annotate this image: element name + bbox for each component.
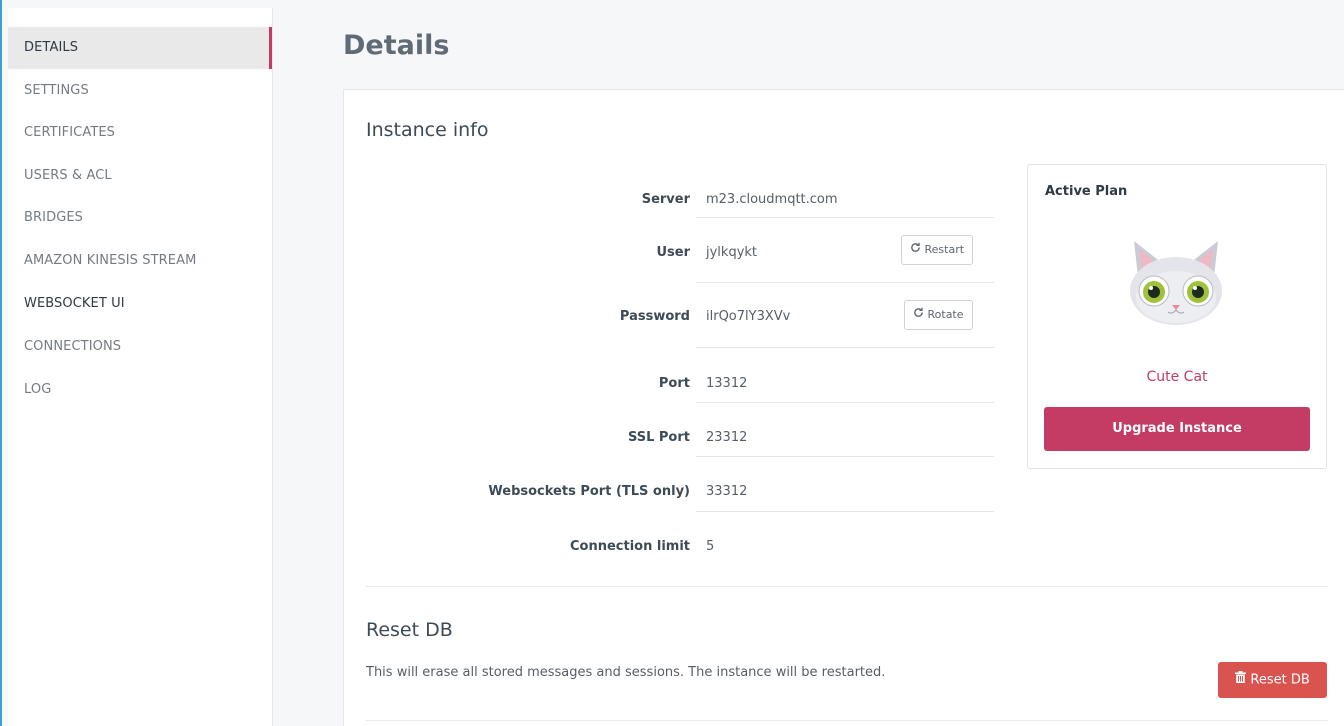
sidebar-item-users-acl[interactable]: USERS & ACL (8, 155, 272, 197)
window-edge-rule (0, 0, 2, 726)
trash-icon (1235, 662, 1247, 698)
restart-button[interactable]: Restart (901, 235, 974, 265)
sidebar-item-log[interactable]: LOG (8, 369, 272, 411)
info-row-websockets-port: Websockets Port (TLS only) 33312 (344, 466, 994, 521)
sidebar-item-amazon-kinesis-stream[interactable]: AMAZON KINESIS STREAM (8, 240, 272, 282)
plan-name: Cute Cat (1146, 369, 1208, 385)
info-row-ssl-port: SSL Port 23312 (344, 412, 994, 467)
info-label: User (656, 245, 690, 260)
section-divider (366, 720, 1328, 721)
info-row-password: Password ilrQo7lY3XVv (344, 291, 994, 346)
sidebar-item-label: CERTIFICATES (24, 125, 116, 140)
sidebar-item-connections[interactable]: CONNECTIONS (8, 326, 272, 368)
sidebar-item-label: USERS & ACL (24, 168, 112, 183)
row-divider (696, 456, 994, 457)
info-row-server: Server m23.cloudmqtt.com (344, 174, 994, 229)
sidebar-item-details[interactable]: DETAILS (8, 27, 272, 69)
sidebar-item-label: AMAZON KINESIS STREAM (24, 253, 197, 268)
info-row-port: Port 13312 (344, 358, 994, 413)
rotate-button-label: Rotate (927, 308, 964, 321)
plan-heading: Active Plan (1045, 184, 1128, 199)
info-label: Websockets Port (TLS only) (488, 484, 690, 499)
main-content: Details Instance info Server m23.cloudmq… (273, 0, 1344, 726)
sidebar-item-label: WEBSOCKET UI (24, 296, 125, 311)
sidebar-item-label: DETAILS (24, 40, 79, 55)
sidebar-item-label: BRIDGES (24, 210, 84, 225)
websockets-port-value: 33312 (706, 484, 748, 499)
info-label: Password (619, 309, 690, 324)
info-label: Connection limit (569, 539, 690, 554)
sidebar-item-websocket-ui[interactable]: WEBSOCKET UI (8, 283, 272, 325)
port-value: 13312 (706, 376, 748, 391)
page-title: Details (343, 30, 450, 61)
info-row-connection-limit: Connection limit 5 (344, 521, 994, 576)
reset-db-button[interactable]: Reset DB (1218, 662, 1327, 698)
row-divider (696, 217, 994, 218)
ssl-port-value: 23312 (706, 430, 748, 445)
sidebar-item-bridges[interactable]: BRIDGES (8, 197, 272, 239)
rotate-button[interactable]: Rotate (904, 300, 973, 330)
info-label: Port (658, 376, 690, 391)
user-value: jylkqykt (706, 245, 758, 260)
reset-db-button-label: Reset DB (1250, 672, 1310, 688)
info-row-user: User jylkqykt (344, 227, 994, 282)
password-value: ilrQo7lY3XVv (706, 309, 791, 324)
sidebar: DETAILS SETTINGS CERTIFICATES USERS & AC… (8, 8, 273, 726)
instance-info-title: Instance info (366, 119, 489, 141)
details-panel: Instance info Server m23.cloudmqtt.com U… (343, 89, 1344, 726)
cat-mascot-icon (1116, 237, 1236, 329)
sidebar-item-label: LOG (24, 382, 52, 397)
row-divider (696, 511, 994, 512)
sidebar-item-settings[interactable]: SETTINGS (8, 70, 272, 112)
reset-db-description: This will erase all stored messages and … (366, 665, 886, 680)
row-divider (696, 282, 994, 283)
info-label: SSL Port (627, 430, 690, 445)
section-divider (366, 586, 1328, 587)
sidebar-item-label: CONNECTIONS (24, 339, 122, 354)
row-divider (696, 402, 994, 403)
info-label: Server (641, 192, 690, 207)
reset-db-title: Reset DB (366, 619, 453, 641)
sidebar-item-label: SETTINGS (24, 83, 89, 98)
refresh-icon (910, 236, 921, 264)
refresh-icon (913, 301, 924, 329)
row-divider (696, 347, 994, 348)
active-plan-card: Active Plan Cute Cat Upgrade Instance (1027, 164, 1327, 469)
upgrade-instance-button[interactable]: Upgrade Instance (1044, 407, 1310, 451)
server-value: m23.cloudmqtt.com (706, 192, 838, 207)
sidebar-item-certificates[interactable]: CERTIFICATES (8, 112, 272, 154)
connection-limit-value: 5 (706, 539, 715, 554)
restart-button-label: Restart (924, 243, 965, 256)
app-window: DETAILS SETTINGS CERTIFICATES USERS & AC… (0, 0, 1344, 726)
